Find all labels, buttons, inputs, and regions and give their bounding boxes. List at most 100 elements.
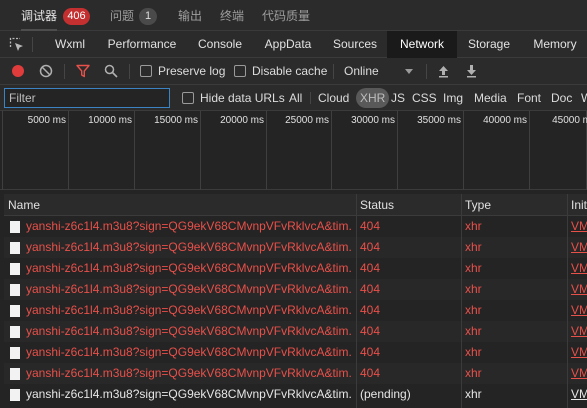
- column-header-type[interactable]: Type: [461, 194, 567, 216]
- filter-type-all[interactable]: All: [286, 88, 305, 108]
- table-row[interactable]: yanshi-z6c1l4.m3u8?sign=QG9ekV68CMvnpVFv…: [4, 279, 587, 300]
- column-header-status[interactable]: Status: [356, 194, 461, 216]
- filter-type-ws[interactable]: W: [578, 88, 587, 108]
- tab-storage[interactable]: Storage: [461, 31, 517, 58]
- tab-terminal[interactable]: 终端: [220, 0, 244, 31]
- request-name: yanshi-z6c1l4.m3u8?sign=QG9ekV68CMvnpVFv…: [26, 303, 352, 317]
- request-type: xhr: [465, 387, 482, 401]
- request-initiator-link[interactable]: VM: [571, 321, 587, 342]
- hide-data-urls-checkbox[interactable]: [182, 92, 194, 104]
- tab-output-label: 输出: [178, 9, 203, 23]
- filter-type-font[interactable]: Font: [514, 88, 544, 108]
- request-type: xhr: [465, 261, 482, 275]
- table-row[interactable]: yanshi-z6c1l4.m3u8?sign=QG9ekV68CMvnpVFv…: [4, 300, 587, 321]
- request-initiator-link[interactable]: VM: [571, 384, 587, 405]
- request-type: xhr: [465, 366, 482, 380]
- chevron-down-icon: [405, 69, 413, 74]
- request-type: xhr: [465, 303, 482, 317]
- table-row[interactable]: yanshi-z6c1l4.m3u8?sign=QG9ekV68CMvnpVFv…: [4, 363, 587, 384]
- column-header-name[interactable]: Name: [4, 194, 356, 216]
- request-initiator-link[interactable]: VM: [571, 216, 587, 237]
- request-name: yanshi-z6c1l4.m3u8?sign=QG9ekV68CMvnpVFv…: [26, 324, 352, 338]
- timeline-overview[interactable]: 5000 ms 10000 ms 15000 ms 20000 ms 25000…: [0, 111, 587, 190]
- column-header-initiator[interactable]: Init: [567, 194, 587, 216]
- filter-type-img[interactable]: Img: [440, 88, 466, 108]
- tab-code-quality[interactable]: 代码质量: [262, 0, 310, 31]
- divider: [64, 64, 65, 79]
- throttling-value: Online: [344, 64, 379, 78]
- table-row[interactable]: yanshi-z6c1l4.m3u8?sign=QG9ekV68CMvnpVFv…: [4, 216, 587, 237]
- table-row[interactable]: yanshi-z6c1l4.m3u8?sign=QG9ekV68CMvnpVFv…: [4, 237, 587, 258]
- column-divider[interactable]: [567, 194, 568, 408]
- filter-type-js[interactable]: JS: [388, 88, 408, 108]
- timeline-tick: 40000 ms: [483, 111, 530, 190]
- column-divider[interactable]: [461, 194, 462, 408]
- table-row[interactable]: yanshi-z6c1l4.m3u8?sign=QG9ekV68CMvnpVFv…: [4, 321, 587, 342]
- tab-sources[interactable]: Sources: [326, 31, 384, 58]
- request-status: 404: [360, 219, 381, 233]
- filter-input[interactable]: [4, 88, 170, 108]
- tab-appdata-label: AppData: [264, 37, 312, 51]
- column-divider[interactable]: [356, 194, 357, 408]
- divider: [129, 64, 130, 79]
- tab-memory[interactable]: Memory: [525, 31, 585, 58]
- tab-performance[interactable]: Performance: [99, 31, 185, 58]
- request-type: xhr: [465, 240, 482, 254]
- timeline-tick-label: 5000 ms: [27, 115, 66, 126]
- timeline-tick: 20000 ms: [220, 111, 267, 190]
- export-icon[interactable]: [465, 64, 478, 78]
- tab-debugger[interactable]: 调试器: [21, 0, 57, 31]
- request-initiator-link[interactable]: VM: [571, 342, 587, 363]
- timeline-tick-label: 15000 ms: [154, 115, 198, 126]
- table-row[interactable]: yanshi-z6c1l4.m3u8?sign=QG9ekV68CMvnpVFv…: [4, 258, 587, 279]
- preserve-log-checkbox[interactable]: [140, 65, 152, 77]
- tab-debugger-label: 调试器: [21, 9, 58, 23]
- filter-type-css[interactable]: CSS: [409, 88, 440, 108]
- file-icon: [10, 389, 20, 401]
- request-type: xhr: [465, 345, 482, 359]
- clear-icon[interactable]: [39, 64, 53, 78]
- filter-type-xhr[interactable]: XHR: [356, 88, 390, 108]
- tab-network[interactable]: Network: [387, 31, 457, 58]
- request-type: xhr: [465, 324, 482, 338]
- divider: [426, 64, 427, 79]
- request-name: yanshi-z6c1l4.m3u8?sign=QG9ekV68CMvnpVFv…: [26, 282, 352, 296]
- filter-bar: Hide data URLs All Cloud XHR JS CSS Img …: [0, 85, 587, 111]
- timeline-tick: 15000 ms: [154, 111, 201, 190]
- request-status: 404: [360, 366, 381, 380]
- disable-cache-checkbox[interactable]: [234, 65, 246, 77]
- filter-type-cloud[interactable]: Cloud: [315, 88, 352, 108]
- file-icon: [10, 347, 20, 359]
- tab-output[interactable]: 输出: [178, 0, 202, 31]
- timeline-tick: 35000 ms: [417, 111, 464, 190]
- filter-type-doc[interactable]: Doc: [548, 88, 575, 108]
- timeline-tick-label: 25000 ms: [285, 115, 329, 126]
- request-type: xhr: [465, 219, 482, 233]
- network-toolbar: Preserve log Disable cache Online: [0, 58, 587, 85]
- tab-storage-label: Storage: [467, 37, 511, 51]
- tab-sources-label: Sources: [332, 37, 378, 51]
- tab-issues[interactable]: 问题: [110, 0, 134, 31]
- request-initiator-link[interactable]: VM: [571, 258, 587, 279]
- inspect-icon[interactable]: [9, 37, 24, 52]
- request-initiator-link[interactable]: VM: [571, 363, 587, 384]
- file-icon: [10, 242, 20, 254]
- tab-appdata[interactable]: AppData: [256, 31, 320, 58]
- import-icon[interactable]: [437, 64, 450, 78]
- request-status: 404: [360, 303, 381, 317]
- request-status: 404: [360, 261, 381, 275]
- request-initiator-link[interactable]: VM: [571, 300, 587, 321]
- tab-wxml[interactable]: Wxml: [44, 31, 96, 58]
- table-row[interactable]: yanshi-z6c1l4.m3u8?sign=QG9ekV68CMvnpVFv…: [4, 384, 587, 405]
- table-row[interactable]: yanshi-z6c1l4.m3u8?sign=QG9ekV68CMvnpVFv…: [4, 342, 587, 363]
- record-icon[interactable]: [11, 64, 25, 78]
- request-status: 404: [360, 324, 381, 338]
- filter-type-media[interactable]: Media: [471, 88, 510, 108]
- tab-console[interactable]: Console: [190, 31, 250, 58]
- request-initiator-link[interactable]: VM: [571, 279, 587, 300]
- search-icon[interactable]: [104, 64, 118, 78]
- request-initiator-link[interactable]: VM: [571, 237, 587, 258]
- timeline-tick: 5000 ms: [28, 111, 69, 190]
- filter-icon[interactable]: [76, 64, 90, 78]
- throttling-select[interactable]: Online: [338, 58, 422, 85]
